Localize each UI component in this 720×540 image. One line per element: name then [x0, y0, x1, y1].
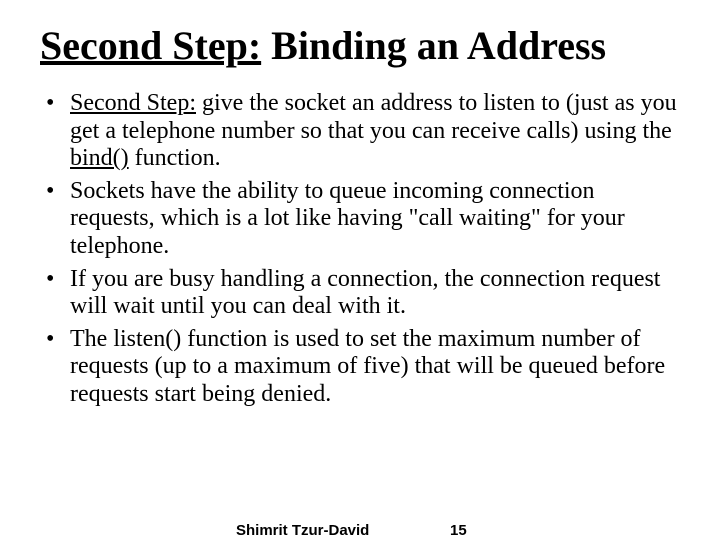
bullet-1-text2: function.	[129, 145, 221, 171]
bullet-2: Sockets have the ability to queue incomi…	[70, 178, 625, 259]
bullet-1-fn: bind()	[70, 145, 129, 171]
bullet-4: The listen() function is used to set the…	[70, 326, 665, 407]
list-item: Second Step: give the socket an address …	[44, 90, 680, 173]
title-rest: Binding an Address	[261, 23, 606, 68]
bullet-1-prefix: Second Step:	[70, 90, 196, 116]
list-item: The listen() function is used to set the…	[44, 326, 680, 409]
slide-title: Second Step: Binding an Address	[40, 24, 680, 68]
slide: Second Step: Binding an Address Second S…	[0, 0, 720, 540]
bullet-list: Second Step: give the socket an address …	[44, 90, 680, 409]
list-item: If you are busy handling a connection, t…	[44, 266, 680, 321]
footer-page: 15	[450, 522, 467, 539]
list-item: Sockets have the ability to queue incomi…	[44, 178, 680, 261]
bullet-3: If you are busy handling a connection, t…	[70, 266, 660, 320]
footer-author: Shimrit Tzur-David	[236, 522, 369, 539]
title-underlined: Second Step:	[40, 23, 261, 68]
